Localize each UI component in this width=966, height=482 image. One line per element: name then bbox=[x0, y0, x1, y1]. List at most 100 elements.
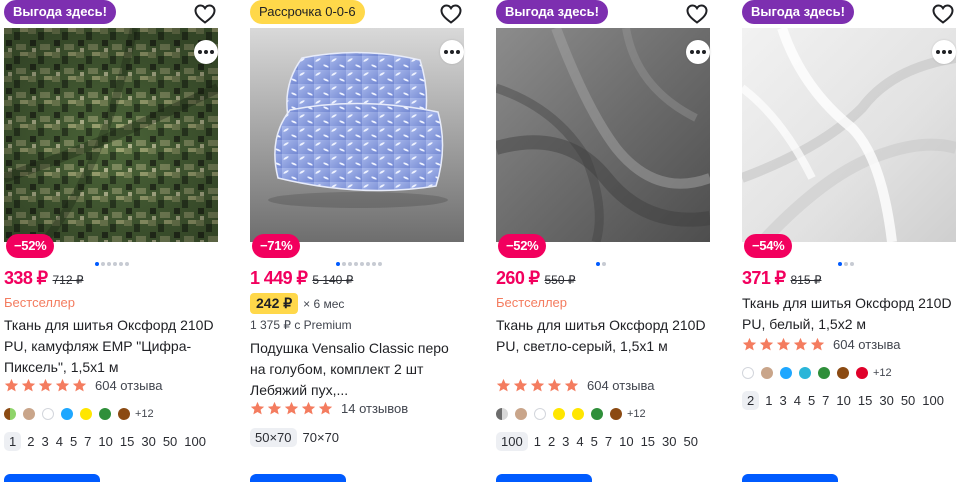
size-option-selected[interactable]: 100 bbox=[496, 432, 528, 451]
color-swatch[interactable] bbox=[496, 408, 508, 420]
add-to-cart-button[interactable] bbox=[742, 474, 838, 482]
size-selector[interactable]: 50×70 70×70 bbox=[250, 428, 346, 447]
size-selector[interactable]: 1 2 3 4 5 7 10 15 30 50 100 bbox=[4, 432, 213, 451]
reviews-count: 14 отзывов bbox=[341, 401, 409, 416]
color-swatch[interactable] bbox=[80, 408, 92, 420]
size-option[interactable]: 50 bbox=[684, 434, 698, 449]
color-swatch[interactable] bbox=[818, 367, 830, 379]
color-swatch[interactable] bbox=[515, 408, 527, 420]
rating[interactable]: 604 отзыва bbox=[742, 337, 901, 352]
more-colors[interactable]: +12 bbox=[627, 408, 646, 420]
more-colors[interactable]: +12 bbox=[135, 408, 154, 420]
size-option[interactable]: 10 bbox=[836, 393, 850, 408]
product-image[interactable] bbox=[742, 28, 956, 242]
color-swatches[interactable]: +12 bbox=[742, 367, 892, 379]
more-icon[interactable] bbox=[440, 40, 464, 64]
product-image[interactable] bbox=[250, 28, 464, 242]
size-option[interactable]: 30 bbox=[662, 434, 676, 449]
size-option[interactable]: 4 bbox=[576, 434, 583, 449]
size-option[interactable]: 30 bbox=[141, 434, 155, 449]
size-option[interactable]: 100 bbox=[922, 393, 944, 408]
size-option[interactable]: 7 bbox=[84, 434, 91, 449]
color-swatch[interactable] bbox=[856, 367, 868, 379]
more-icon[interactable] bbox=[194, 40, 218, 64]
image-pager[interactable] bbox=[838, 262, 854, 268]
product-image[interactable] bbox=[4, 28, 218, 242]
product-image[interactable] bbox=[496, 28, 710, 242]
size-option[interactable]: 10 bbox=[98, 434, 112, 449]
heart-icon[interactable] bbox=[438, 2, 464, 26]
color-swatches[interactable]: +12 bbox=[4, 408, 154, 420]
size-option[interactable]: 2 bbox=[27, 434, 34, 449]
old-price: 815 ₽ bbox=[790, 273, 822, 287]
color-swatch[interactable] bbox=[837, 367, 849, 379]
size-selector[interactable]: 100 1 2 3 4 5 7 10 15 30 50 bbox=[496, 432, 705, 451]
size-option[interactable]: 50 bbox=[901, 393, 915, 408]
product-title[interactable]: Ткань для шитья Оксфорд 210D PU, белый, … bbox=[742, 293, 960, 335]
color-swatches[interactable]: +12 bbox=[496, 408, 646, 420]
color-swatch[interactable] bbox=[780, 367, 792, 379]
add-to-cart-button[interactable] bbox=[4, 474, 100, 482]
size-option[interactable]: 15 bbox=[858, 393, 872, 408]
size-option[interactable]: 100 bbox=[184, 434, 206, 449]
color-swatch[interactable] bbox=[534, 408, 546, 420]
color-swatch[interactable] bbox=[23, 408, 35, 420]
heart-icon[interactable] bbox=[684, 2, 710, 26]
size-option[interactable]: 7 bbox=[605, 434, 612, 449]
product-title[interactable]: Подушка Vensalio Classic перо на голубом… bbox=[250, 338, 468, 401]
size-option[interactable]: 70×70 bbox=[303, 430, 340, 445]
size-option[interactable]: 5 bbox=[591, 434, 598, 449]
size-selector[interactable]: 2 1 3 4 5 7 10 15 30 50 100 bbox=[742, 391, 951, 410]
size-option[interactable]: 4 bbox=[56, 434, 63, 449]
product-title[interactable]: Ткань для шитья Оксфорд 210D PU, камуфля… bbox=[4, 315, 222, 378]
size-option[interactable]: 3 bbox=[41, 434, 48, 449]
color-swatch[interactable] bbox=[591, 408, 603, 420]
more-icon[interactable] bbox=[686, 40, 710, 64]
size-option-selected[interactable]: 2 bbox=[742, 391, 760, 410]
product-card[interactable]: Выгода здесь! −54% 371 ₽ 815 ₽ Ткань для… bbox=[742, 0, 964, 482]
size-option[interactable]: 50 bbox=[163, 434, 177, 449]
size-option[interactable]: 7 bbox=[822, 393, 829, 408]
heart-icon[interactable] bbox=[192, 2, 218, 26]
size-option[interactable]: 5 bbox=[808, 393, 815, 408]
size-option[interactable]: 30 bbox=[879, 393, 893, 408]
color-swatch[interactable] bbox=[99, 408, 111, 420]
color-swatch[interactable] bbox=[799, 367, 811, 379]
color-swatch[interactable] bbox=[610, 408, 622, 420]
product-title[interactable]: Ткань для шитья Оксфорд 210D PU, светло-… bbox=[496, 315, 714, 357]
size-option[interactable]: 1 bbox=[765, 393, 772, 408]
heart-icon[interactable] bbox=[930, 2, 956, 26]
size-option[interactable]: 3 bbox=[779, 393, 786, 408]
size-option[interactable]: 10 bbox=[619, 434, 633, 449]
image-pager[interactable] bbox=[596, 262, 606, 268]
size-option[interactable]: 15 bbox=[641, 434, 655, 449]
rating[interactable]: 14 отзывов bbox=[250, 401, 408, 416]
add-to-cart-button[interactable] bbox=[250, 474, 346, 482]
product-card[interactable]: Выгода здесь! −52% 338 ₽ 712 ₽ Бестселле… bbox=[4, 0, 226, 482]
color-swatch[interactable] bbox=[553, 408, 565, 420]
size-option[interactable]: 5 bbox=[70, 434, 77, 449]
add-to-cart-button[interactable] bbox=[496, 474, 592, 482]
color-swatch[interactable] bbox=[118, 408, 130, 420]
size-option-selected[interactable]: 50×70 bbox=[250, 428, 297, 447]
size-option[interactable]: 1 bbox=[534, 434, 541, 449]
color-swatch[interactable] bbox=[61, 408, 73, 420]
color-swatch[interactable] bbox=[742, 367, 754, 379]
size-option[interactable]: 2 bbox=[548, 434, 555, 449]
size-option[interactable]: 3 bbox=[562, 434, 569, 449]
more-colors[interactable]: +12 bbox=[873, 367, 892, 379]
color-swatch[interactable] bbox=[42, 408, 54, 420]
rating[interactable]: 604 отзыва bbox=[496, 378, 655, 393]
more-icon[interactable] bbox=[932, 40, 956, 64]
product-card[interactable]: Выгода здесь! −52% 260 ₽ 550 ₽ Бестселле… bbox=[496, 0, 718, 482]
size-option[interactable]: 15 bbox=[120, 434, 134, 449]
rating[interactable]: 604 отзыва bbox=[4, 378, 163, 393]
color-swatch[interactable] bbox=[572, 408, 584, 420]
product-card[interactable]: Рассрочка 0-0-6 −71% 1 449 ₽ 5 140 ₽ 242… bbox=[250, 0, 472, 482]
size-option-selected[interactable]: 1 bbox=[4, 432, 22, 451]
color-swatch[interactable] bbox=[761, 367, 773, 379]
image-pager[interactable] bbox=[95, 262, 129, 268]
color-swatch[interactable] bbox=[4, 408, 16, 420]
price: 1 449 ₽ bbox=[250, 268, 308, 288]
size-option[interactable]: 4 bbox=[794, 393, 801, 408]
